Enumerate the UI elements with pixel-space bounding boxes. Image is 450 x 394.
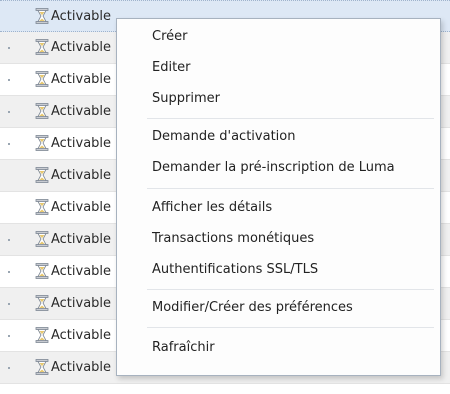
hourglass-icon [35, 359, 49, 375]
hourglass-icon [35, 135, 49, 151]
status-label: Activable [51, 264, 112, 279]
status-label: Activable [51, 72, 112, 87]
row-bullet [8, 303, 10, 305]
status-label: Activable [51, 296, 112, 311]
menu-separator [147, 188, 434, 189]
menu-separator [147, 118, 434, 119]
status-label: Activable [51, 360, 112, 375]
row-bullet [8, 111, 10, 113]
hourglass-icon [35, 8, 49, 24]
status-label: Activable [51, 328, 112, 343]
menu-separator [147, 289, 434, 290]
hourglass-icon [35, 167, 49, 183]
hourglass-icon [35, 199, 49, 215]
status-label: Activable [51, 168, 112, 183]
hourglass-icon [35, 103, 49, 119]
menu-item-demande-activation[interactable]: Demande d'activation [152, 129, 295, 144]
context-menu: Créer Editer Supprimer Demande d'activat… [116, 18, 441, 376]
menu-item-editer[interactable]: Editer [152, 60, 191, 75]
menu-item-authentifications-ssl-tls[interactable]: Authentifications SSL/TLS [152, 262, 318, 277]
hourglass-icon [35, 295, 49, 311]
menu-item-supprimer[interactable]: Supprimer [152, 91, 220, 106]
menu-item-transactions-monetiques[interactable]: Transactions monétiques [152, 231, 314, 246]
row-bullet [8, 271, 10, 273]
hourglass-icon [35, 327, 49, 343]
hourglass-icon [35, 71, 49, 87]
menu-separator [147, 327, 434, 328]
status-label: Activable [51, 40, 112, 55]
menu-item-rafraichir[interactable]: Rafraîchir [152, 340, 215, 355]
grid-viewport: Activable Activable Activable Activable … [0, 0, 450, 394]
row-bullet [8, 367, 10, 369]
status-label: Activable [51, 200, 112, 215]
hourglass-icon [35, 231, 49, 247]
status-label: Activable [51, 232, 112, 247]
menu-item-preinscription-luma[interactable]: Demander la pré-inscription de Luma [152, 160, 395, 175]
status-label: Activable [51, 104, 112, 119]
menu-item-modifier-preferences[interactable]: Modifier/Créer des préférences [152, 300, 353, 315]
hourglass-icon [35, 263, 49, 279]
row-bullet [8, 335, 10, 337]
menu-item-afficher-details[interactable]: Afficher les détails [152, 200, 272, 215]
status-label: Activable [51, 136, 112, 151]
row-bullet [8, 239, 10, 241]
row-bullet [8, 47, 10, 49]
row-bullet [8, 79, 10, 81]
status-label: Activable [51, 9, 112, 24]
menu-item-creer[interactable]: Créer [152, 29, 187, 44]
hourglass-icon [35, 39, 49, 55]
row-bullet [8, 143, 10, 145]
